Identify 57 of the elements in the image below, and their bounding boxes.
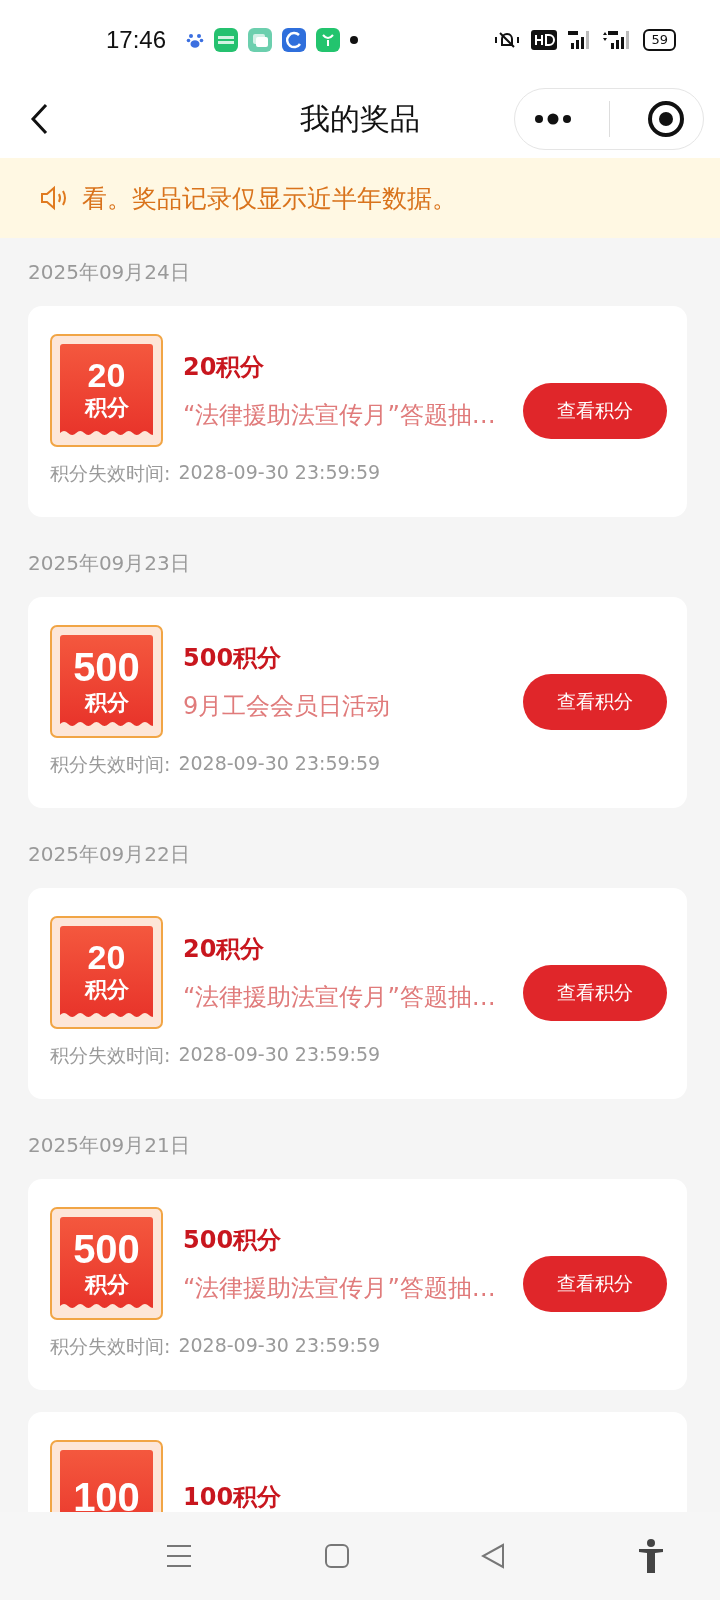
ticket-unit: 积分 <box>84 976 129 1005</box>
accessibility-icon[interactable] <box>637 1539 664 1573</box>
prize-title: 500积分 <box>183 1224 282 1256</box>
app-icon <box>248 28 273 52</box>
expiry-time: 2028-09-30 23:59:59 <box>178 752 381 776</box>
paw-icon <box>186 31 205 49</box>
scallop-edge-icon <box>60 1011 153 1019</box>
app-icon <box>282 28 307 52</box>
view-points-button[interactable]: 查看积分 <box>523 673 667 730</box>
ticket-unit: 积分 <box>84 1270 129 1299</box>
ticket-amount: 500 <box>73 645 140 688</box>
expiry-label: 积分失效时间: <box>50 461 171 486</box>
expiry-label: 积分失效时间: <box>50 1043 171 1068</box>
scallop-edge-icon <box>60 429 153 437</box>
date-label: 2025年09月21日 <box>28 1132 191 1159</box>
expiry-label: 积分失效时间: <box>50 752 171 777</box>
battery-indicator: 59 <box>643 29 676 51</box>
expiry-time: 2028-09-30 23:59:59 <box>178 1334 381 1358</box>
view-points-button[interactable]: 查看积分 <box>523 1255 667 1312</box>
ticket-amount: 20 <box>87 357 126 394</box>
prize-source: “法律援助法宣传月”答题抽… <box>183 399 496 431</box>
dot-icon <box>350 36 359 44</box>
prize-source: “法律援助法宣传月”答题抽… <box>183 981 496 1013</box>
date-label: 2025年09月23日 <box>28 550 191 577</box>
status-time: 17:46 <box>106 26 167 54</box>
expiry-label: 积分失效时间: <box>50 1334 171 1359</box>
back-icon[interactable] <box>30 103 48 135</box>
prize-source: “法律援助法宣传月”答题抽… <box>183 1272 496 1304</box>
page-title: 我的奖品 <box>300 99 420 138</box>
ticket-unit: 积分 <box>84 394 129 423</box>
expiry-time: 2028-09-30 23:59:59 <box>178 461 381 485</box>
hd-icon <box>531 30 558 50</box>
ticket-amount: 500 <box>73 1227 140 1270</box>
scallop-edge-icon <box>60 1302 153 1310</box>
app-icon <box>316 28 341 52</box>
prize-source: 9月工会会员日活动 <box>183 690 391 722</box>
view-points-button[interactable]: 查看积分 <box>523 382 667 439</box>
prize-title: 20积分 <box>183 351 265 383</box>
notice-text: 看。奖品记录仅显示近半年数据。 <box>82 182 457 215</box>
ticket-amount: 100 <box>73 1475 140 1512</box>
back-triangle-icon[interactable] <box>481 1543 506 1569</box>
scallop-edge-icon <box>60 720 153 728</box>
date-label: 2025年09月24日 <box>28 259 191 286</box>
close-icon[interactable] <box>646 100 685 138</box>
expiry-time: 2028-09-30 23:59:59 <box>178 1043 381 1067</box>
mute-icon <box>493 30 522 50</box>
more-icon[interactable] <box>533 113 574 125</box>
prize-title: 500积分 <box>183 642 282 674</box>
ticket-amount: 20 <box>87 939 126 976</box>
menu-icon[interactable] <box>166 1544 193 1568</box>
prize-title: 100积分 <box>183 1481 282 1512</box>
view-points-button[interactable]: 查看积分 <box>523 964 667 1021</box>
ticket-unit: 积分 <box>84 688 129 717</box>
date-label: 2025年09月22日 <box>28 841 191 868</box>
app-icon <box>214 28 239 52</box>
home-icon[interactable] <box>324 1544 349 1568</box>
prize-title: 20积分 <box>183 933 265 965</box>
